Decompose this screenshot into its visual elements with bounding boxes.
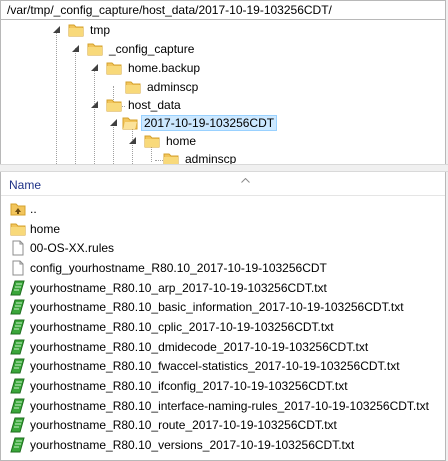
file-icon (10, 260, 26, 276)
tree-node-adminscp-backup[interactable]: adminscp (125, 77, 201, 96)
tree-guide-line (75, 48, 76, 164)
open-folder-icon (122, 116, 138, 130)
folder-icon (10, 221, 26, 237)
list-item-file[interactable]: config_yourhostname_R80.10_2017-10-19-10… (1, 258, 445, 278)
list-item-folder[interactable]: home (1, 219, 445, 239)
path-bar[interactable]: /var/tmp/_config_capture/host_data/2017-… (0, 0, 446, 20)
list-item-file[interactable]: yourhostname_R80.10_arp_2017-10-19-10325… (1, 278, 445, 298)
list-item-file[interactable]: yourhostname_R80.10_cplic_2017-10-19-103… (1, 317, 445, 337)
list-item-file[interactable]: yourhostname_R80.10_ifconfig_2017-10-19-… (1, 376, 445, 396)
tree-node-label: 2017-10-19-103256CDT (141, 114, 278, 131)
list-item-file[interactable]: 00-OS-XX.rules (1, 238, 445, 258)
tree-node-label: adminscp (147, 79, 199, 94)
expanded-arrow-icon[interactable] (71, 44, 80, 53)
file-list-pane[interactable]: Name .. home 00-OS-XX.rules config_yourh… (0, 172, 446, 461)
sort-ascending-icon (241, 172, 250, 183)
expanded-arrow-icon[interactable] (90, 100, 99, 109)
list-item-file[interactable]: yourhostname_R80.10_basic_information_20… (1, 297, 445, 317)
tree-node-label: adminscp (185, 151, 237, 165)
file-name: yourhostname_R80.10_dmidecode_2017-10-19… (30, 339, 369, 354)
folder-icon (106, 98, 122, 112)
tree-guide-line (94, 68, 95, 164)
tree-node-label: home.backup (128, 60, 201, 75)
list-item-file[interactable]: yourhostname_R80.10_fwaccel-statistics_2… (1, 357, 445, 377)
file-name: yourhostname_R80.10_cplic_2017-10-19-103… (30, 319, 334, 334)
tree-node-label: host_data (128, 97, 181, 112)
folder-icon (144, 134, 160, 148)
tree-connector (155, 160, 163, 161)
file-name: config_yourhostname_R80.10_2017-10-19-10… (30, 260, 327, 275)
expanded-arrow-icon[interactable] (90, 63, 99, 72)
list-item-file[interactable]: yourhostname_R80.10_versions_2017-10-19-… (1, 435, 445, 455)
tree-guide-line (56, 30, 57, 164)
file-name: yourhostname_R80.10_fwaccel-statistics_2… (30, 359, 400, 374)
text-file-icon (10, 398, 26, 414)
tree-node-label: tmp (90, 22, 111, 37)
tree-node-adminscp-home[interactable]: adminscp (163, 149, 239, 164)
text-file-icon (10, 417, 26, 433)
text-file-icon (10, 437, 26, 453)
file-name: yourhostname_R80.10_arp_2017-10-19-10325… (30, 280, 327, 295)
file-name: yourhostname_R80.10_versions_2017-10-19-… (30, 438, 355, 453)
file-name: home (30, 221, 61, 236)
file-list: .. home 00-OS-XX.rules config_yourhostna… (1, 199, 445, 455)
text-file-icon (10, 378, 26, 394)
expanded-arrow-icon[interactable] (109, 118, 118, 127)
list-item-file[interactable]: yourhostname_R80.10_interface-naming-rul… (1, 396, 445, 416)
tree-node-home[interactable]: home (128, 131, 199, 150)
expanded-arrow-icon[interactable] (52, 25, 61, 34)
expanded-arrow-icon[interactable] (128, 136, 137, 145)
text-file-icon (10, 299, 26, 315)
folder-icon (125, 80, 141, 94)
folder-icon (106, 61, 122, 75)
list-item-file[interactable]: yourhostname_R80.10_dmidecode_2017-10-19… (1, 337, 445, 357)
file-name: yourhostname_R80.10_basic_information_20… (30, 300, 404, 315)
list-item-parent[interactable]: .. (1, 199, 445, 219)
text-file-icon (10, 319, 26, 335)
list-item-file[interactable]: yourhostname_R80.10_route_2017-10-19-103… (1, 416, 445, 436)
file-name: 00-OS-XX.rules (30, 241, 115, 256)
pane-splitter[interactable] (0, 164, 448, 172)
column-header-label: Name (9, 178, 42, 192)
file-name: .. (30, 201, 37, 216)
tree-node-label: _config_capture (109, 41, 195, 56)
file-browser-window: /var/tmp/_config_capture/host_data/2017-… (0, 0, 448, 461)
folder-tree[interactable]: tmp _config_capture home.backup adminscp… (0, 20, 446, 164)
column-header-name[interactable]: Name (1, 172, 445, 196)
file-name: yourhostname_R80.10_route_2017-10-19-103… (30, 418, 337, 433)
text-file-icon (10, 280, 26, 296)
tree-node-config-capture[interactable]: _config_capture (71, 39, 197, 58)
current-path: /var/tmp/_config_capture/host_data/2017-… (7, 3, 332, 17)
folder-icon (163, 152, 179, 164)
tree-node-selected-snapshot[interactable]: 2017-10-19-103256CDT (109, 113, 278, 132)
text-file-icon (10, 339, 26, 355)
text-file-icon (10, 358, 26, 374)
file-icon (10, 240, 26, 256)
tree-node-home-backup[interactable]: home.backup (90, 58, 203, 77)
tree-node-tmp[interactable]: tmp (52, 20, 113, 39)
file-name: yourhostname_R80.10_interface-naming-rul… (30, 398, 429, 413)
file-name: yourhostname_R80.10_ifconfig_2017-10-19-… (30, 379, 348, 394)
tree-node-label: home (166, 133, 197, 148)
folder-icon (87, 42, 103, 56)
tree-node-host-data[interactable]: host_data (90, 95, 184, 114)
folder-icon (68, 23, 84, 37)
parent-folder-icon (10, 201, 26, 217)
